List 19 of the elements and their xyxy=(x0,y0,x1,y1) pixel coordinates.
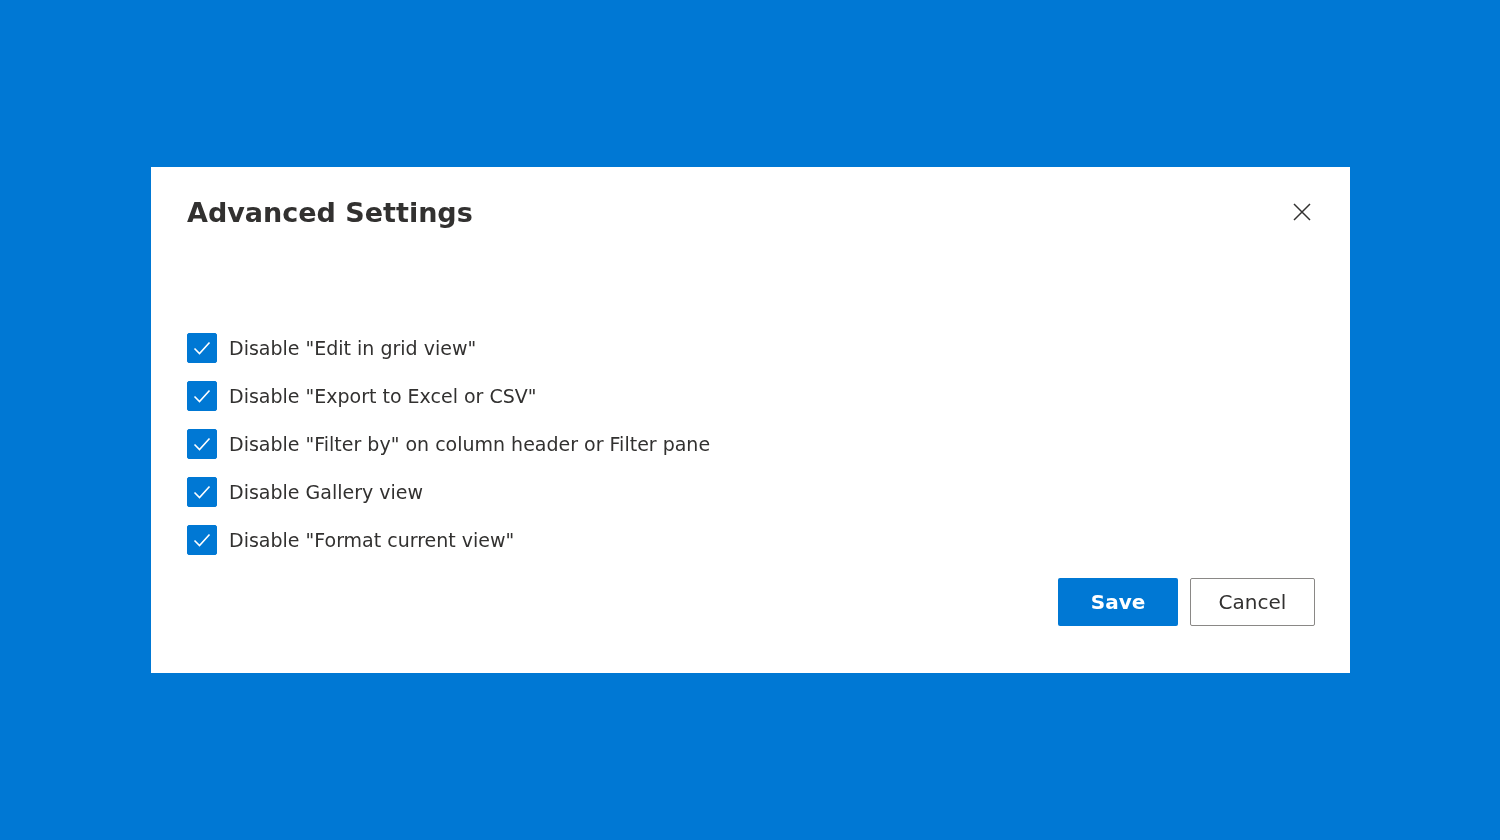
checkmark-icon xyxy=(193,389,211,403)
checkmark-icon xyxy=(193,533,211,547)
checkmark-icon xyxy=(193,341,211,355)
checkbox-label: Disable "Filter by" on column header or Filter pane xyxy=(229,433,711,455)
dialog-title: Advanced Settings xyxy=(187,196,473,228)
checkbox-label: Disable "Format current view" xyxy=(229,529,515,551)
checkbox[interactable] xyxy=(187,381,217,411)
close-icon xyxy=(1293,203,1311,221)
checkbox[interactable] xyxy=(187,333,217,363)
checkbox[interactable] xyxy=(187,525,217,555)
checkbox-label: Disable "Edit in grid view" xyxy=(229,337,477,359)
checkmark-icon xyxy=(193,437,211,451)
checkbox-label: Disable Gallery view xyxy=(229,481,423,503)
checkbox[interactable] xyxy=(187,477,217,507)
save-button[interactable]: Save xyxy=(1058,578,1178,626)
checkmark-icon xyxy=(193,485,211,499)
checkbox-label: Disable "Export to Excel or CSV" xyxy=(229,385,537,407)
cancel-button[interactable]: Cancel xyxy=(1190,578,1315,626)
checkbox[interactable] xyxy=(187,429,217,459)
